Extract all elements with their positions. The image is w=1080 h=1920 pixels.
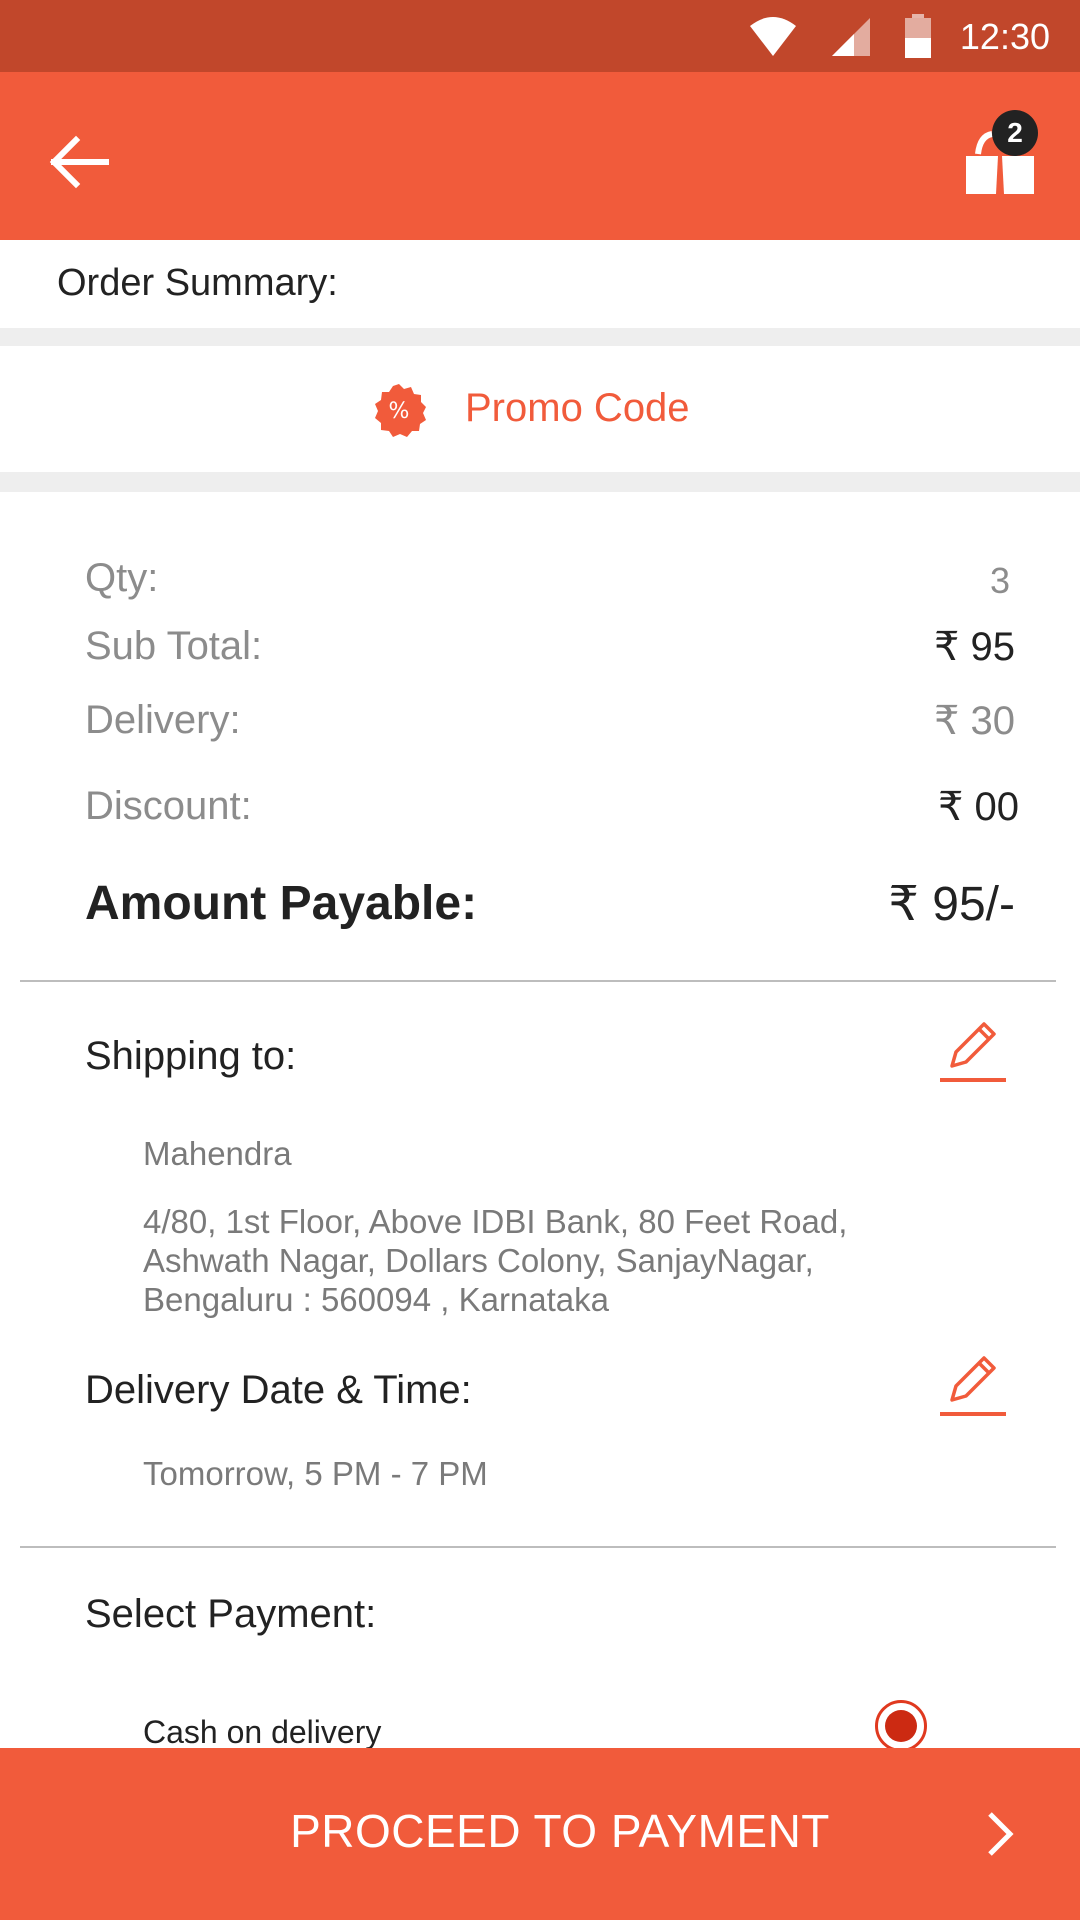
delivery-label: Delivery: [85, 698, 241, 742]
qty-label: Qty: [85, 556, 159, 600]
shipping-address-line-3: Bengaluru : 560094 , Karnataka [143, 1281, 610, 1318]
proceed-label: PROCEED TO PAYMENT [290, 1805, 830, 1857]
order-details-card [4, 492, 1080, 1748]
amount-payable-row: Amount Payable: ₹ 95/- [85, 876, 1015, 936]
subtotal-label: Sub Total: [85, 624, 263, 668]
discount-row: Discount: ₹ 00 [85, 784, 1019, 832]
subtotal-value: ₹ 95 [933, 625, 1015, 669]
cart-count-badge: 2 [992, 110, 1038, 156]
section-gap [0, 328, 1080, 346]
payment-heading: Select Payment: [85, 1592, 377, 1636]
shipping-name: Mahendra [143, 1135, 292, 1172]
radio-selected-dot [885, 1710, 917, 1742]
svg-text:%: % [389, 399, 410, 424]
clock: 12:30 [959, 16, 1050, 57]
divider [20, 1546, 1056, 1548]
shipping-address-line-1: 4/80, 1st Floor, Above IDBI Bank, 80 Fee… [143, 1203, 848, 1240]
signal-icon [832, 18, 870, 56]
shipping-heading: Shipping to: [85, 1034, 297, 1078]
delivery-time-heading: Delivery Date & Time: [85, 1368, 472, 1412]
chevron-right-icon [988, 1812, 1014, 1856]
discount-value: ₹ 00 [937, 785, 1019, 829]
cash-on-delivery-radio[interactable] [875, 1700, 927, 1752]
battery-icon [905, 14, 931, 58]
delivery-row: Delivery: ₹ 30 [85, 698, 1015, 746]
wifi-icon [750, 17, 796, 56]
payment-option-label: Cash on delivery [143, 1714, 382, 1750]
amount-payable-label: Amount Payable: [85, 877, 478, 930]
delivery-value: ₹ 30 [933, 699, 1015, 743]
promo-code-label: Promo Code [465, 386, 690, 430]
app-bar [0, 72, 1080, 240]
discount-label: Discount: [85, 784, 252, 828]
section-gap [0, 472, 1080, 492]
delivery-slot: Tomorrow, 5 PM - 7 PM [143, 1455, 488, 1492]
divider [20, 980, 1056, 982]
order-summary-header: Order Summary: [0, 240, 1080, 328]
shipping-address-line-2: Ashwath Nagar, Dollars Colony, SanjayNag… [143, 1242, 814, 1279]
qty-value: 3 [989, 560, 1010, 601]
edit-shipping-icon[interactable] [938, 1016, 1006, 1084]
arrow-left-icon[interactable] [40, 122, 120, 202]
qty-row: Qty: 3 [85, 556, 1015, 604]
status-bar: 12:30 [0, 0, 1080, 72]
percent-badge-icon: % [375, 384, 426, 437]
amount-payable-value: ₹ 95/- [888, 878, 1015, 931]
subtotal-row: Sub Total: ₹ 95 [85, 624, 1015, 672]
order-summary-title: Order Summary: [57, 262, 338, 304]
promo-code-button[interactable]: % Promo Code [4, 346, 1080, 472]
proceed-to-payment-button[interactable]: PROCEED TO PAYMENT [0, 1748, 1080, 1920]
edit-delivery-icon[interactable] [938, 1350, 1006, 1418]
